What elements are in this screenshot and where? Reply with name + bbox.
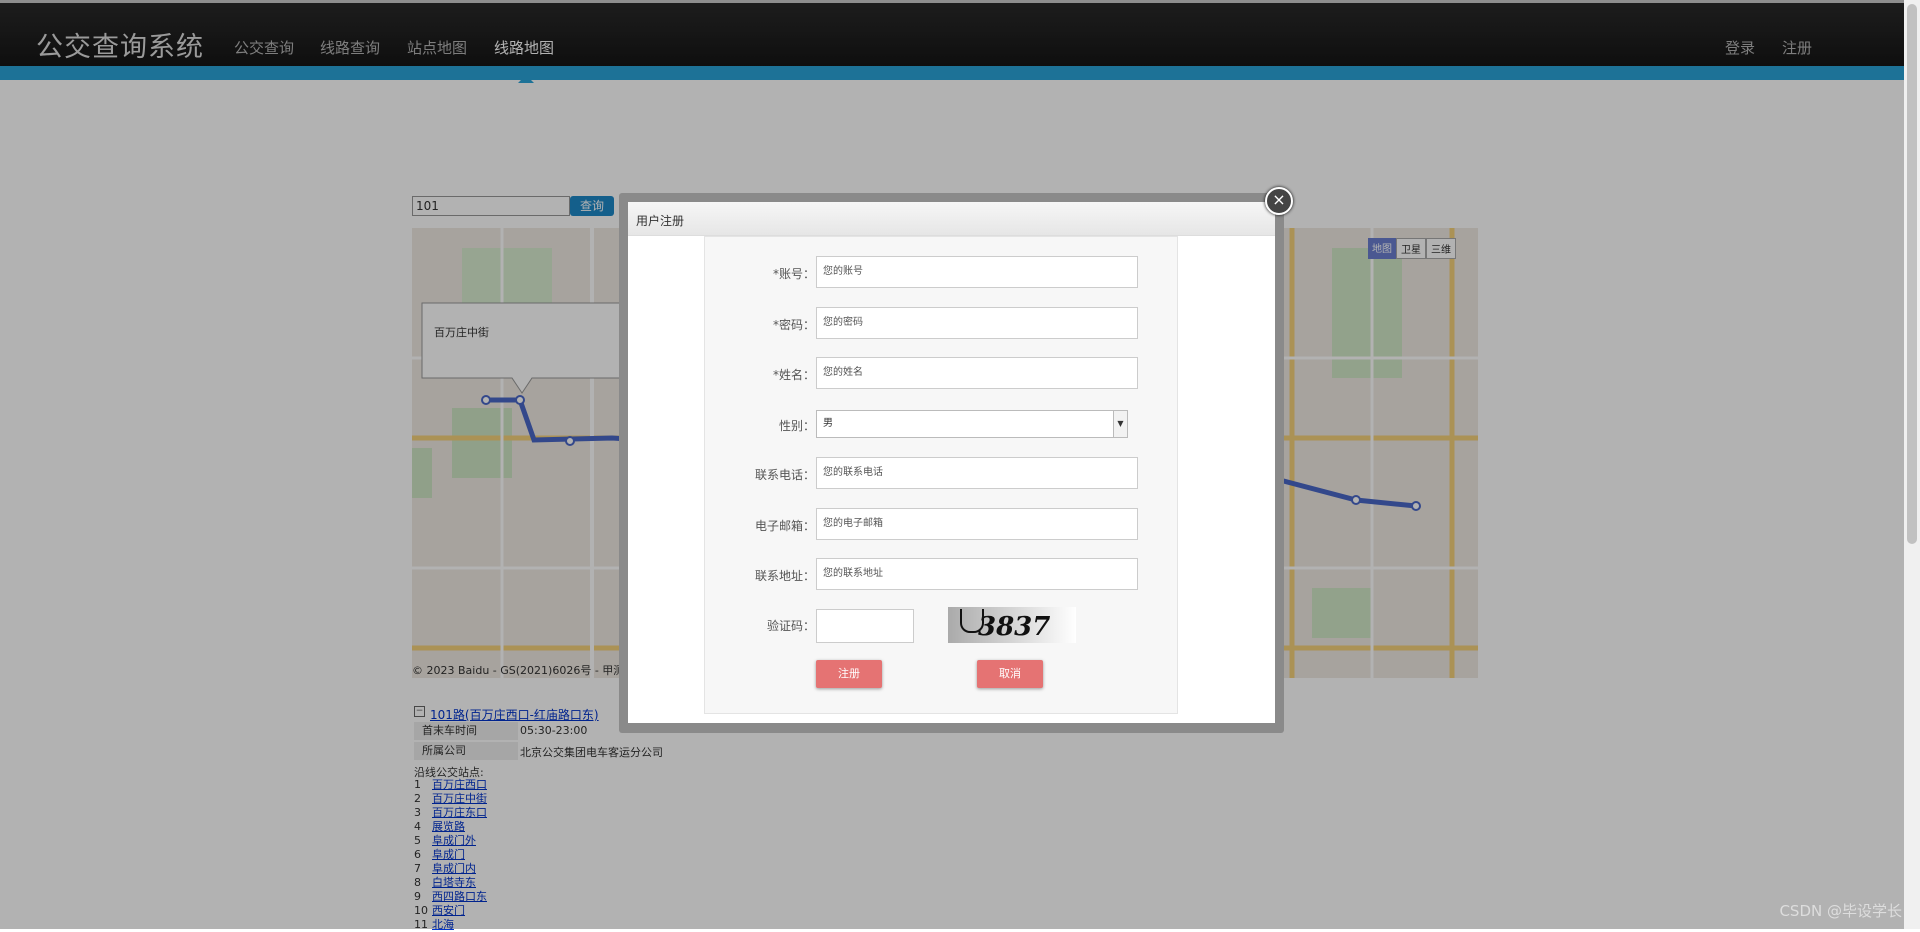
close-icon[interactable]: × [1265,187,1293,215]
captcha-label: 验证码： [766,619,815,633]
scrollbar-thumb[interactable] [1907,4,1917,544]
dialog-header: 用户注册 [628,202,1275,236]
name-label: *姓名： [772,368,815,382]
captcha-image[interactable]: 3837 [948,607,1076,643]
captcha-scribble [960,609,984,633]
account-field[interactable]: 您的账号 [816,256,1138,288]
address-label: 联系地址： [754,569,815,583]
gender-label: 性别： [778,419,815,433]
gender-value: 男 [823,418,833,429]
page-scrollbar[interactable] [1904,0,1920,929]
dialog-title: 用户注册 [636,214,685,228]
email-label: 电子邮箱： [754,519,815,533]
captcha-text: 3837 [978,612,1051,642]
watermark-text: CSDN @毕设学长 [1779,902,1902,920]
address-field[interactable]: 您的联系地址 [816,558,1138,590]
phone-field[interactable]: 您的联系电话 [816,457,1138,489]
password-field[interactable]: 您的密码 [816,307,1138,339]
register-dialog: 用户注册 *账号： 您的账号 *密码： 您的密码 *姓名： 您的姓名 性别： 男… [619,193,1284,733]
chevron-down-icon[interactable]: ▼ [1113,411,1127,437]
cancel-button[interactable]: 取消 [977,660,1043,688]
register-submit-button[interactable]: 注册 [816,660,882,688]
captcha-field[interactable] [816,609,914,643]
gender-select[interactable]: 男 ▼ [816,410,1128,438]
account-label: *账号： [772,267,815,281]
password-label: *密码： [772,318,815,332]
register-form: *账号： 您的账号 *密码： 您的密码 *姓名： 您的姓名 性别： 男 ▼ 联系… [704,236,1178,714]
phone-label: 联系电话： [754,468,815,482]
email-field[interactable]: 您的电子邮箱 [816,508,1138,540]
name-field[interactable]: 您的姓名 [816,357,1138,389]
